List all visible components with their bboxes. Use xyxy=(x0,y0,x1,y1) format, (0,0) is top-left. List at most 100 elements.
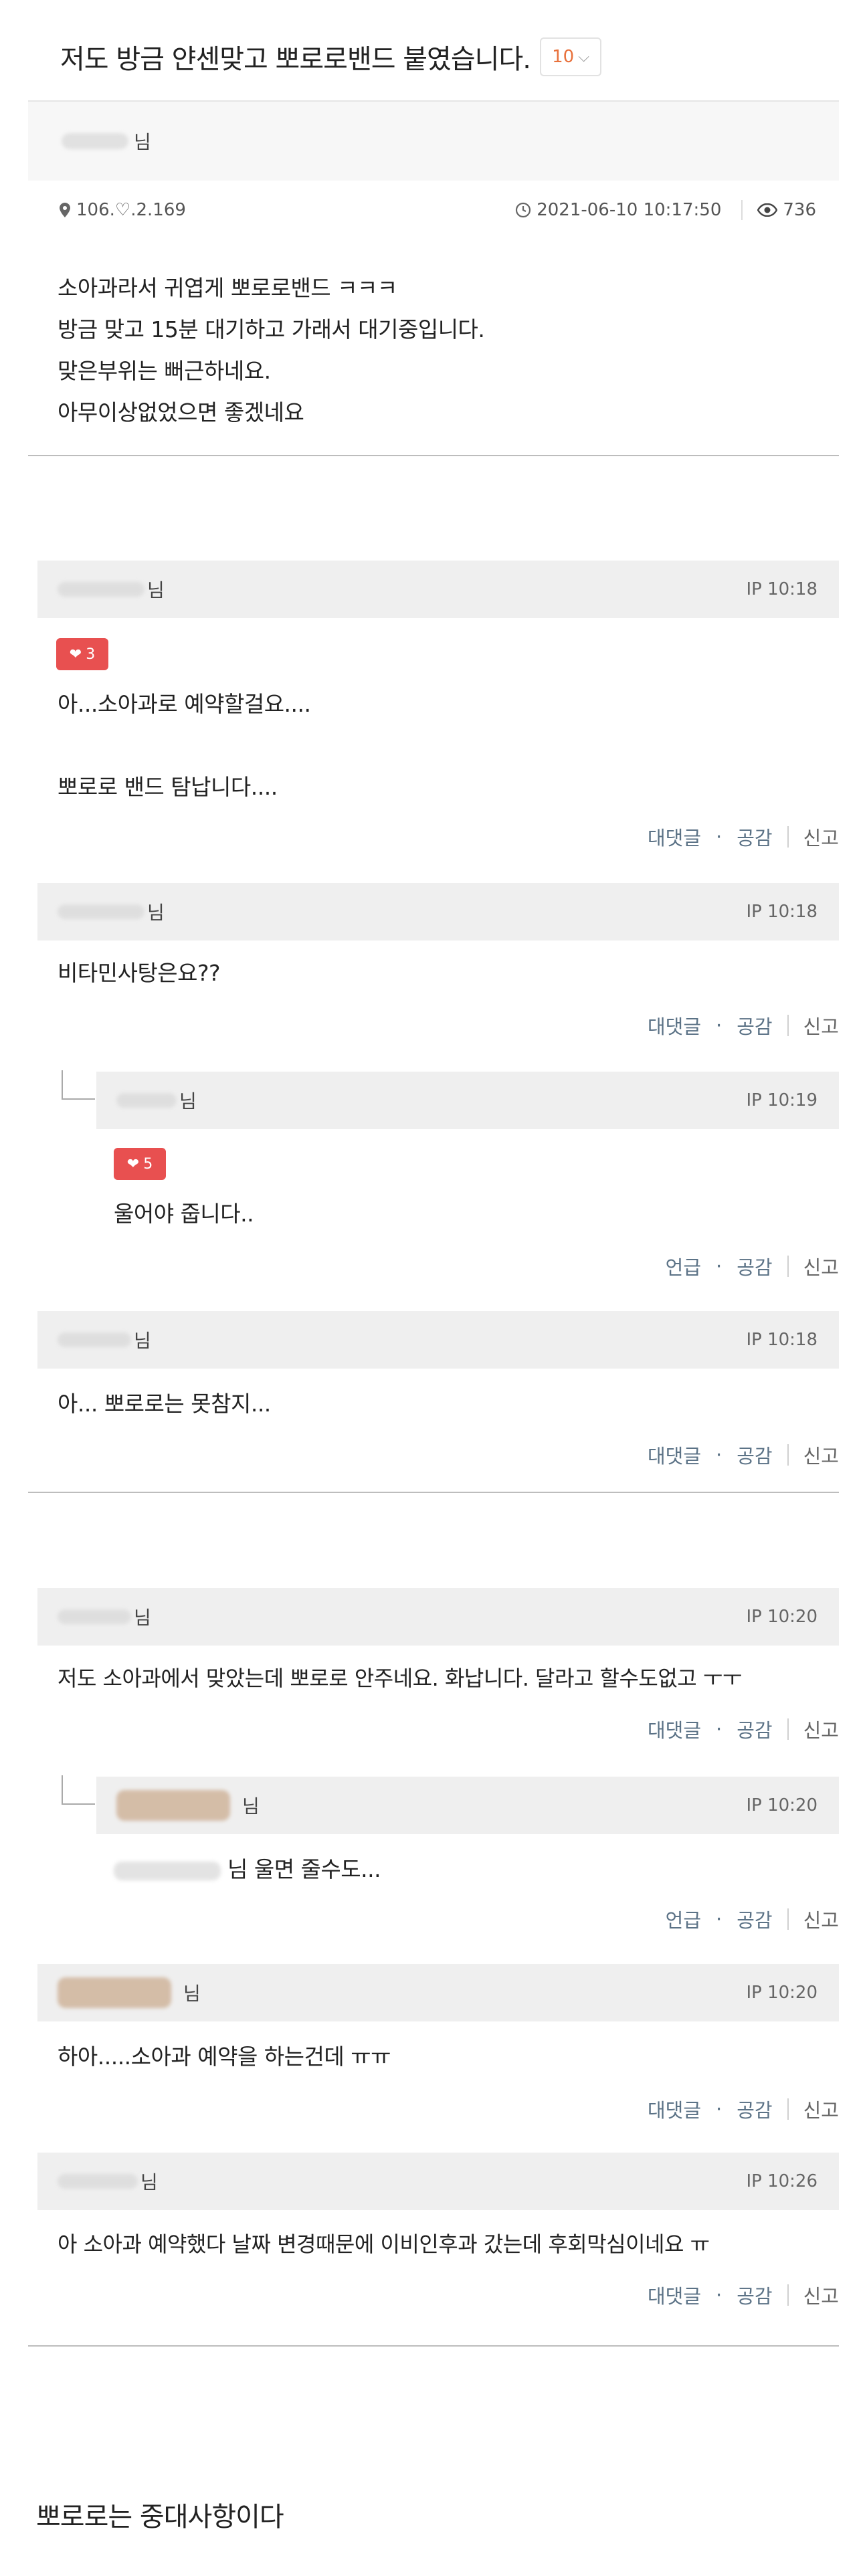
reply-header: 님 IP 10:19 xyxy=(96,1072,839,1129)
comment-nickname-blurred xyxy=(58,2174,138,2189)
comment-header: 님 IP 10:20 xyxy=(37,1588,839,1646)
comment-author-suffix: 님 xyxy=(147,579,165,601)
separator-dot: · xyxy=(716,825,722,848)
reply-button[interactable]: 대댓글 xyxy=(648,823,701,851)
comment-author[interactable]: 님 xyxy=(58,576,165,603)
comment-author[interactable]: 님 xyxy=(58,1977,201,2008)
post-ip-text: 106.♡.2.169 xyxy=(76,200,186,220)
location-pin-icon xyxy=(60,203,70,217)
comment-author[interactable]: 님 xyxy=(58,898,165,925)
heart-icon: ❤ xyxy=(69,646,82,663)
post-body-line: 아무이상없었으면 좋겠네요 xyxy=(58,399,304,425)
reply-button[interactable]: 대댓글 xyxy=(648,2095,701,2123)
comment-text: 님 울면 줄수도... xyxy=(114,1853,381,1886)
like-button[interactable]: 공감 xyxy=(737,1011,772,1039)
like-count: 3 xyxy=(86,646,96,663)
separator-dot: · xyxy=(716,1014,722,1037)
comment-author[interactable]: 님 xyxy=(116,1790,260,1821)
comment-author[interactable]: 님 xyxy=(58,2168,158,2195)
action-separator xyxy=(787,826,789,848)
like-button[interactable]: 공감 xyxy=(737,2095,772,2123)
report-button[interactable]: 신고 xyxy=(803,1715,839,1743)
comment-actions: 대댓글 · 공감 신고 xyxy=(648,1438,839,1472)
like-button[interactable]: 공감 xyxy=(737,1905,772,1933)
comment-time: IP 10:26 xyxy=(746,2171,817,2191)
comment-author-suffix: 님 xyxy=(179,1090,197,1112)
chevron-down-icon: ⌵ xyxy=(578,48,589,66)
post-title-text: 저도 방금 얀센맞고 뽀로로밴드 붙였습니다. xyxy=(60,44,531,75)
like-button[interactable]: 공감 xyxy=(737,1252,772,1280)
separator-dot: · xyxy=(716,1908,722,1930)
comment-actions: 대댓글 · 공감 신고 xyxy=(648,1712,839,1746)
post-author-bar: 님 xyxy=(28,100,839,181)
caption-text: 뽀로로는 중대사항이다 xyxy=(36,2502,284,2533)
like-count-badge: ❤ 5 xyxy=(114,1148,166,1180)
comment-count: 10 xyxy=(552,47,575,67)
clock-icon xyxy=(516,202,531,218)
comment-actions: 대댓글 · 공감 신고 xyxy=(648,2092,839,2126)
comment-text: 저도 소아과에서 맞았는데 뽀로로 안주네요. 화납니다. 달라고 할수도없고 … xyxy=(58,1666,742,1691)
post-views-count: 736 xyxy=(783,200,816,220)
mention-button[interactable]: 언급 xyxy=(666,1252,701,1280)
reply-button[interactable]: 대댓글 xyxy=(648,2281,701,2309)
comment-nickname-blurred xyxy=(58,582,144,597)
comment-author[interactable]: 님 xyxy=(58,1326,151,1353)
comment-author[interactable]: 님 xyxy=(58,1603,151,1630)
reply-button[interactable]: 대댓글 xyxy=(648,1715,701,1743)
comment-header: 님 IP 10:18 xyxy=(37,883,839,940)
comment-group-divider xyxy=(28,2345,839,2347)
comment-text: 아 소아과 예약했다 날짜 변경때문에 이비인후과 갔는데 후회막심이네요 ㅠ xyxy=(58,2232,710,2257)
comment-actions: 언급 · 공감 신고 xyxy=(666,1902,839,1936)
comment-author[interactable]: 님 xyxy=(116,1087,197,1114)
action-separator xyxy=(787,2284,789,2306)
comment-author-suffix: 님 xyxy=(140,2171,158,2193)
comment-header: 님 IP 10:18 xyxy=(37,561,839,618)
report-button[interactable]: 신고 xyxy=(803,2281,839,2309)
author-nickname-blurred[interactable] xyxy=(62,133,128,149)
comment-text: 아... 뽀로로는 못참지... xyxy=(58,1391,271,1417)
comment-text: 하아.....소아과 예약을 하는건데 ㅠㅠ xyxy=(58,2044,391,2070)
report-button[interactable]: 신고 xyxy=(803,1011,839,1039)
comment-actions: 대댓글 · 공감 신고 xyxy=(648,2278,839,2312)
comment-nickname-blurred xyxy=(58,1332,131,1347)
comment-header: 님 IP 10:26 xyxy=(37,2153,839,2210)
comment-time: IP 10:18 xyxy=(746,902,817,922)
eye-icon xyxy=(757,203,778,217)
post-body-line: 맞은부위는 뻐근하네요. xyxy=(58,358,271,384)
comment-time: IP 10:19 xyxy=(746,1090,817,1110)
comment-text-body: 님 울면 줄수도... xyxy=(227,1856,381,1882)
comment-time: IP 10:20 xyxy=(746,1983,817,2003)
reply-button[interactable]: 대댓글 xyxy=(648,1441,701,1469)
comment-time: IP 10:20 xyxy=(746,1795,817,1815)
like-button[interactable]: 공감 xyxy=(737,2281,772,2309)
report-button[interactable]: 신고 xyxy=(803,2095,839,2123)
separator-dot: · xyxy=(716,1444,722,1466)
report-button[interactable]: 신고 xyxy=(803,823,839,851)
post-views: 736 xyxy=(741,200,816,220)
comment-header: 님 IP 10:20 xyxy=(37,1964,839,2021)
comment-group-divider xyxy=(28,1492,839,1493)
report-button[interactable]: 신고 xyxy=(803,1905,839,1933)
like-button[interactable]: 공감 xyxy=(737,1441,772,1469)
post-title: 저도 방금 얀센맞고 뽀로로밴드 붙였습니다. 10 ⌵ xyxy=(60,33,601,80)
comment-text: 뽀로로 밴드 탐납니다.... xyxy=(58,774,278,800)
comment-nickname-blurred xyxy=(116,1790,230,1821)
separator-dot: · xyxy=(716,2098,722,2120)
author-suffix: 님 xyxy=(134,131,151,153)
post-divider xyxy=(28,455,839,456)
comment-author-suffix: 님 xyxy=(183,1983,201,2005)
comment-author-suffix: 님 xyxy=(134,1607,151,1629)
comment-nickname-blurred xyxy=(58,1977,171,2008)
mention-button[interactable]: 언급 xyxy=(666,1905,701,1933)
action-separator xyxy=(787,1908,789,1930)
reply-button[interactable]: 대댓글 xyxy=(648,1011,701,1039)
comment-text: 울어야 줍니다.. xyxy=(114,1201,254,1227)
report-button[interactable]: 신고 xyxy=(803,1252,839,1280)
report-button[interactable]: 신고 xyxy=(803,1441,839,1469)
like-button[interactable]: 공감 xyxy=(737,1715,772,1743)
comment-count-dropdown[interactable]: 10 ⌵ xyxy=(539,37,601,76)
like-button[interactable]: 공감 xyxy=(737,823,772,851)
action-separator xyxy=(787,1444,789,1466)
comment-author-suffix: 님 xyxy=(147,902,165,924)
like-count: 5 xyxy=(143,1155,153,1173)
